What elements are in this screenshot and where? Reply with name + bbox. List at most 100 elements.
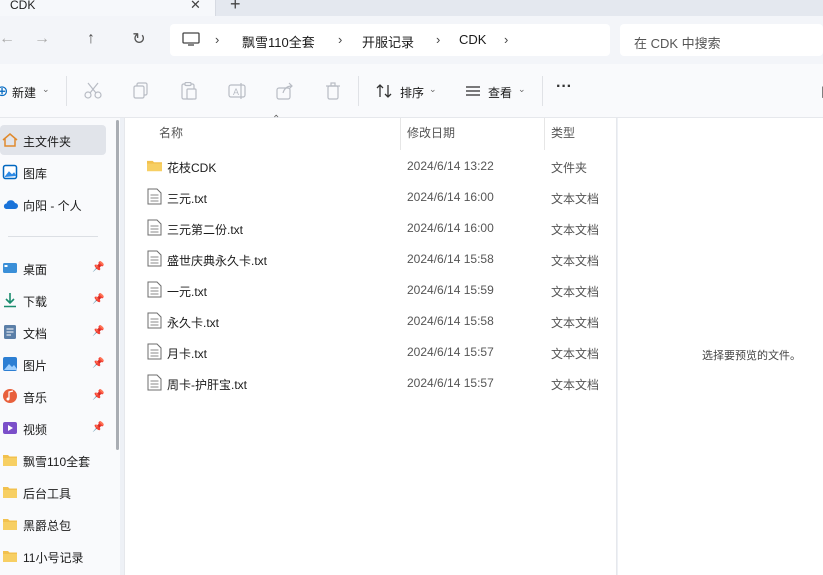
sidebar-item-label: 桌面 [23, 263, 48, 277]
file-row[interactable]: 花枝CDK 2024/6/14 13:22 文件夹 [125, 150, 618, 181]
command-bar: ⊕ 新建 ⌄ A 排序 ⌄ 查看 ⌄ ··· [0, 64, 823, 118]
sidebar-item-home[interactable]: 主文件夹 [0, 125, 106, 155]
sidebar-item-folder[interactable]: 飘雪110全套 [0, 445, 106, 475]
cut-icon[interactable] [83, 82, 103, 100]
file-row[interactable]: 周卡-护肝宝.txt 2024/6/14 15:57 文本文档 [125, 367, 618, 398]
document-icon [4, 325, 16, 339]
back-button[interactable]: ← [0, 28, 18, 50]
close-icon[interactable]: ✕ [190, 0, 201, 13]
file-row[interactable]: 永久卡.txt 2024/6/14 15:58 文本文档 [125, 305, 618, 336]
folder-icon [3, 551, 17, 562]
pin-icon[interactable]: 📌 [92, 326, 104, 337]
pin-icon[interactable]: 📌 [92, 422, 104, 433]
tab-cdk[interactable]: CDK ✕ [0, 0, 216, 16]
search-input[interactable]: 在 CDK 中搜索 [620, 24, 823, 56]
sidebar-scrollbar[interactable] [116, 120, 119, 450]
preview-pane: 选择要预览的文件。 [618, 118, 823, 575]
view-icon[interactable] [463, 82, 483, 100]
text-file-icon [147, 343, 162, 360]
more-options-button[interactable]: ··· [556, 78, 572, 96]
delete-icon[interactable] [323, 82, 343, 100]
sort-caret-icon: ⌃ [272, 114, 281, 125]
address-bar[interactable]: › 飘雪110全套 › 开服记录 › CDK › [170, 24, 610, 56]
file-row[interactable]: 三元.txt 2024/6/14 16:00 文本文档 [125, 181, 618, 212]
sidebar-item-folder[interactable]: 11小号记录 [0, 541, 106, 571]
file-date: 2024/6/14 13:22 [407, 159, 494, 173]
sidebar-item-videos[interactable]: 视频 📌 [0, 413, 106, 443]
sidebar-item-downloads[interactable]: 下载 📌 [0, 285, 106, 315]
file-row[interactable]: 月卡.txt 2024/6/14 15:57 文本文档 [125, 336, 618, 367]
pin-icon[interactable]: 📌 [92, 358, 104, 369]
sidebar-item-gallery[interactable]: 图库 [0, 157, 106, 187]
breadcrumb-item[interactable]: 飘雪110全套 [242, 32, 315, 51]
file-row[interactable]: 一元.txt 2024/6/14 15:59 文本文档 [125, 274, 618, 305]
file-row[interactable]: 盛世庆典永久卡.txt 2024/6/14 15:58 文本文档 [125, 243, 618, 274]
pin-icon[interactable]: 📌 [92, 390, 104, 401]
file-date: 2024/6/14 15:58 [407, 252, 494, 266]
sort-button[interactable]: 排序 [400, 84, 424, 101]
column-header-date[interactable]: 修改日期 [407, 124, 455, 141]
chevron-right-icon[interactable]: › [338, 32, 342, 47]
sidebar-item-folder[interactable]: 黑爵总包 [0, 509, 106, 539]
sidebar-item-onedrive[interactable]: 向阳 - 个人 [0, 189, 106, 219]
navigation-bar: ← → ↑ ↻ › 飘雪110全套 › 开服记录 › CDK › 在 CDK 中… [0, 16, 823, 64]
details-pane-icon[interactable]: ▯ [815, 82, 823, 100]
text-file-icon [147, 312, 162, 329]
share-icon[interactable] [275, 82, 295, 100]
pin-icon[interactable]: 📌 [92, 262, 104, 273]
column-header-name[interactable]: 名称 [159, 124, 183, 141]
sort-icon[interactable] [374, 82, 394, 100]
refresh-button[interactable]: ↻ [128, 28, 150, 50]
sidebar-item-label: 音乐 [23, 391, 48, 405]
text-file-icon [147, 374, 162, 391]
new-icon[interactable]: ⊕ [0, 82, 12, 100]
rename-icon[interactable]: A [227, 82, 247, 100]
home-icon [2, 133, 18, 147]
column-divider[interactable] [544, 118, 545, 150]
file-type: 文本文档 [551, 316, 600, 330]
chevron-right-icon[interactable]: › [215, 32, 219, 47]
computer-icon[interactable] [182, 32, 200, 46]
chevron-right-icon[interactable]: › [504, 32, 508, 47]
toolbar-divider [358, 76, 359, 106]
paste-icon[interactable] [179, 82, 199, 100]
sidebar-item-music[interactable]: 音乐 📌 [0, 381, 106, 411]
sidebar-item-label: 后台工具 [23, 487, 72, 501]
breadcrumb-item[interactable]: 开服记录 [362, 32, 414, 51]
chevron-down-icon[interactable]: ⌄ [429, 84, 437, 95]
chevron-down-icon[interactable]: ⌄ [518, 84, 526, 95]
search-placeholder: 在 CDK 中搜索 [634, 36, 721, 51]
toolbar-divider [66, 76, 67, 106]
toolbar-divider [542, 76, 543, 106]
file-name: 永久卡.txt [167, 316, 220, 330]
file-name: 盛世庆典永久卡.txt [167, 254, 268, 268]
desktop-icon [3, 263, 17, 273]
forward-button[interactable]: → [31, 28, 53, 50]
sidebar-item-label: 下载 [23, 295, 48, 309]
chevron-right-icon[interactable]: › [436, 32, 440, 47]
new-tab-button[interactable]: + [230, 0, 241, 15]
breadcrumb-item[interactable]: CDK [459, 32, 486, 47]
up-button[interactable]: ↑ [80, 28, 102, 50]
sidebar-item-desktop[interactable]: 桌面 📌 [0, 253, 106, 283]
new-button[interactable]: 新建 [12, 84, 36, 101]
sidebar-item-label: 图库 [23, 167, 48, 181]
sidebar-item-documents[interactable]: 文档 📌 [0, 317, 106, 347]
copy-icon[interactable] [131, 82, 151, 100]
download-icon [4, 293, 16, 308]
file-type: 文本文档 [551, 285, 600, 299]
svg-text:A: A [233, 87, 239, 97]
pin-icon[interactable]: 📌 [92, 294, 104, 305]
column-header-type[interactable]: 类型 [551, 124, 575, 141]
sidebar-item-pictures[interactable]: 图片 📌 [0, 349, 106, 379]
folder-icon [3, 455, 17, 466]
music-icon [3, 389, 17, 403]
sidebar-item-folder[interactable]: 后台工具 [0, 477, 106, 507]
text-file-icon [147, 281, 162, 298]
file-row[interactable]: 三元第二份.txt 2024/6/14 16:00 文本文档 [125, 212, 618, 243]
view-button[interactable]: 查看 [488, 84, 512, 101]
file-list: ⌃ 名称 修改日期 类型 花枝CDK 2024/6/14 13:22 文件夹 三… [124, 114, 618, 575]
column-divider[interactable] [400, 118, 401, 150]
sidebar-item-label: 11小号记录 [23, 551, 84, 565]
chevron-down-icon[interactable]: ⌄ [42, 84, 50, 95]
